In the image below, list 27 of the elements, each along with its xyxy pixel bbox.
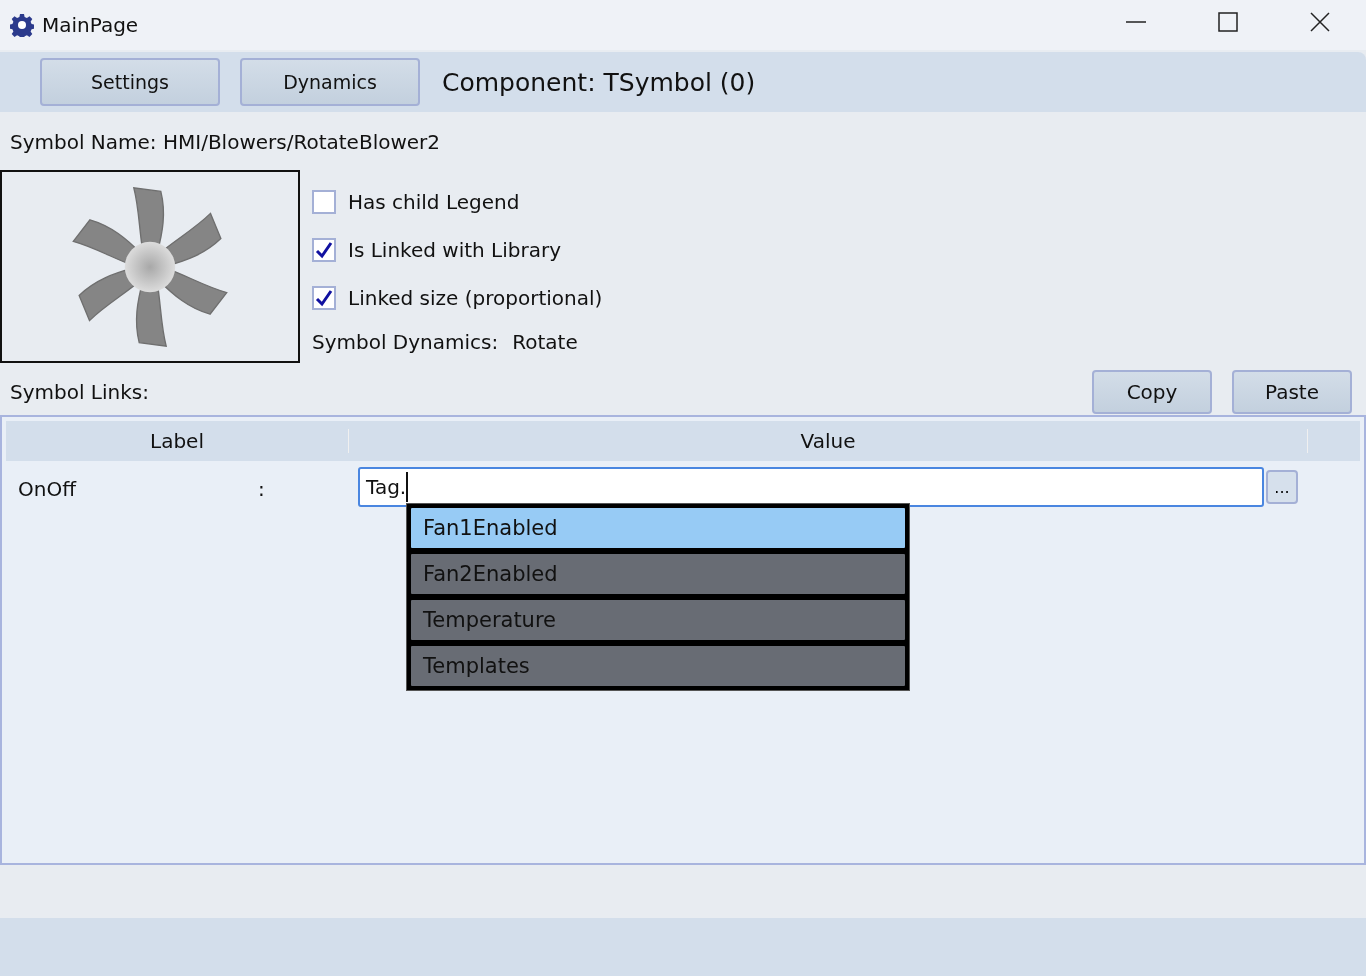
checkbox-label: Is Linked with Library bbox=[348, 238, 561, 262]
checkbox[interactable] bbox=[312, 286, 336, 310]
symbol-name: Symbol Name: HMI/Blowers/RotateBlower2 bbox=[9, 129, 442, 156]
suggestion-item[interactable]: Templates bbox=[409, 644, 907, 688]
separator-text: : bbox=[258, 476, 266, 501]
browse-button[interactable]: ... bbox=[1266, 470, 1298, 504]
column-header: Label bbox=[6, 429, 349, 453]
toolbar-button[interactable]: Dynamics bbox=[240, 58, 420, 106]
suggestion-item[interactable]: Fan1Enabled bbox=[409, 506, 907, 550]
value-field[interactable]: Tag. bbox=[358, 467, 1264, 507]
window-title: MainPage bbox=[42, 13, 139, 37]
checkbox-label: Linked size (proportional) bbox=[348, 286, 603, 310]
column-header: Value bbox=[349, 429, 1308, 453]
dynamics-label: Symbol Dynamics: bbox=[312, 330, 499, 354]
gear-icon bbox=[10, 13, 34, 37]
action-button[interactable]: Copy bbox=[1092, 370, 1212, 414]
checkbox[interactable] bbox=[312, 190, 336, 214]
dynamics-value: Rotate bbox=[512, 330, 578, 354]
checkbox-label: Has child Legend bbox=[348, 190, 520, 214]
suggestion-item[interactable]: Fan2Enabled bbox=[409, 552, 907, 596]
row-label: OnOff bbox=[17, 476, 78, 501]
toolbar-button[interactable]: Settings bbox=[40, 58, 220, 106]
section-label: Symbol Links: bbox=[10, 380, 149, 404]
component-label: Component: TSymbol (0) bbox=[442, 67, 756, 97]
action-button[interactable]: Paste bbox=[1232, 370, 1352, 414]
suggestion-item[interactable]: Temperature bbox=[409, 598, 907, 642]
checkbox[interactable] bbox=[312, 238, 336, 262]
